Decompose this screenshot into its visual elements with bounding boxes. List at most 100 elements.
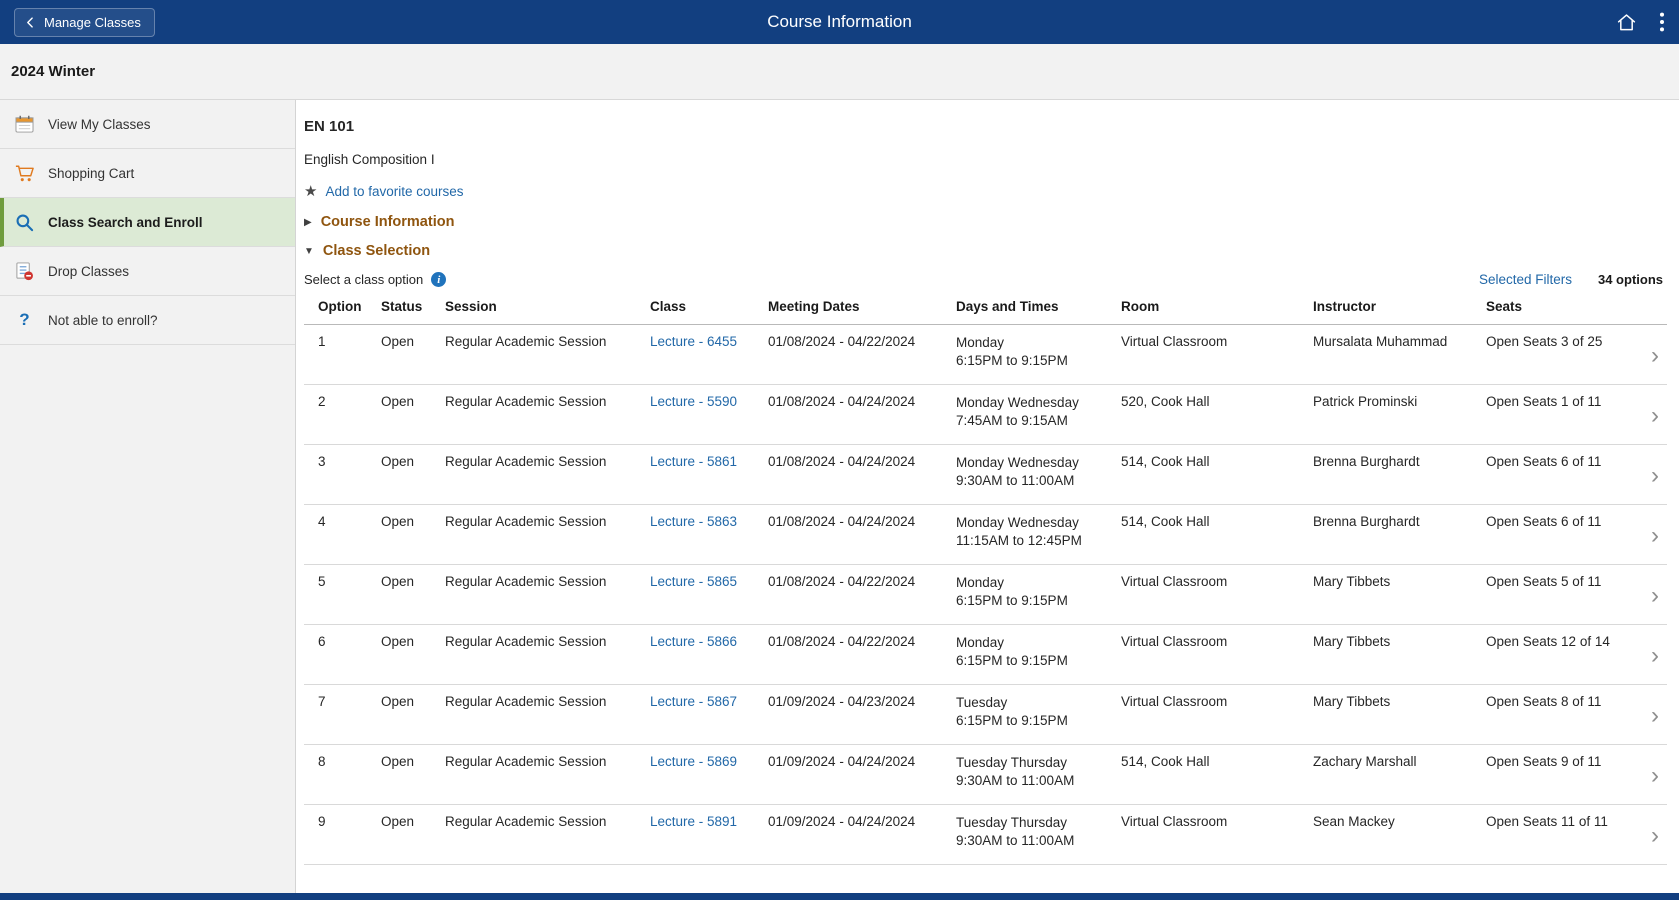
row-chevron-icon[interactable]: › [1651, 584, 1661, 608]
column-header-option: Option [318, 299, 381, 314]
app-header: Manage Classes Course Information [0, 0, 1679, 44]
instructor-cell: Brenna Burghardt [1313, 514, 1486, 529]
footer-bar [0, 893, 1679, 900]
instructor-cell: Mursalata Muhammad [1313, 334, 1486, 349]
session-cell: Regular Academic Session [445, 814, 650, 829]
class-link[interactable]: Lecture - 5866 [650, 634, 737, 649]
class-options-header: Option Status Session Class Meeting Date… [304, 295, 1667, 325]
table-row[interactable]: 9 Open Regular Academic Session Lecture … [304, 805, 1667, 865]
days-line: Monday [956, 334, 1111, 352]
meeting-dates-cell: 01/08/2024 - 04/22/2024 [768, 334, 956, 349]
session-cell: Regular Academic Session [445, 514, 650, 529]
instructor-cell: Mary Tibbets [1313, 694, 1486, 709]
class-link[interactable]: Lecture - 5863 [650, 514, 737, 529]
column-header-class: Class [650, 299, 768, 314]
drop-classes-icon [14, 262, 35, 281]
sidebar-item-drop-classes[interactable]: Drop Classes [0, 247, 295, 296]
status-cell: Open [381, 814, 445, 829]
row-chevron-icon[interactable]: › [1651, 524, 1661, 548]
table-row[interactable]: 3 Open Regular Academic Session Lecture … [304, 445, 1667, 505]
sidebar-item-label: View My Classes [48, 117, 151, 132]
times-line: 6:15PM to 9:15PM [956, 352, 1111, 370]
option-cell: 6 [318, 634, 381, 649]
table-row[interactable]: 1 Open Regular Academic Session Lecture … [304, 325, 1667, 385]
kebab-menu-icon [1659, 11, 1665, 33]
days-times-cell: Tuesday Thursday 9:30AM to 11:00AM [956, 754, 1121, 790]
row-chevron-icon[interactable]: › [1651, 464, 1661, 488]
row-chevron-icon[interactable]: › [1651, 644, 1661, 668]
times-line: 9:30AM to 11:00AM [956, 772, 1111, 790]
add-to-favorites[interactable]: ★ Add to favorite courses [304, 184, 1667, 199]
instructor-cell: Mary Tibbets [1313, 634, 1486, 649]
status-cell: Open [381, 694, 445, 709]
session-cell: Regular Academic Session [445, 454, 650, 469]
add-to-favorites-link[interactable]: Add to favorite courses [325, 184, 463, 199]
times-line: 9:30AM to 11:00AM [956, 832, 1111, 850]
days-line: Monday Wednesday [956, 454, 1111, 472]
session-cell: Regular Academic Session [445, 574, 650, 589]
days-times-cell: Monday 6:15PM to 9:15PM [956, 634, 1121, 670]
row-chevron-icon[interactable]: › [1651, 764, 1661, 788]
days-times-cell: Tuesday 6:15PM to 9:15PM [956, 694, 1121, 730]
seats-cell: Open Seats 6 of 11 [1486, 514, 1627, 529]
status-cell: Open [381, 754, 445, 769]
table-row[interactable]: 7 Open Regular Academic Session Lecture … [304, 685, 1667, 745]
row-chevron-icon[interactable]: › [1651, 344, 1661, 368]
more-actions-button[interactable] [1659, 11, 1665, 33]
sidebar-item-view-my-classes[interactable]: View My Classes [0, 100, 295, 149]
days-times-cell: Monday Wednesday 7:45AM to 9:15AM [956, 394, 1121, 430]
seats-cell: Open Seats 12 of 14 [1486, 634, 1627, 649]
room-cell: 514, Cook Hall [1121, 514, 1313, 529]
class-link[interactable]: Lecture - 5590 [650, 394, 737, 409]
days-times-cell: Tuesday Thursday 9:30AM to 11:00AM [956, 814, 1121, 850]
row-chevron-icon[interactable]: › [1651, 704, 1661, 728]
days-line: Tuesday Thursday [956, 814, 1111, 832]
class-link[interactable]: Lecture - 5867 [650, 694, 737, 709]
days-line: Monday [956, 634, 1111, 652]
table-row[interactable]: 5 Open Regular Academic Session Lecture … [304, 565, 1667, 625]
instructor-cell: Sean Mackey [1313, 814, 1486, 829]
table-row[interactable]: 2 Open Regular Academic Session Lecture … [304, 385, 1667, 445]
times-line: 6:15PM to 9:15PM [956, 592, 1111, 610]
session-cell: Regular Academic Session [445, 634, 650, 649]
column-header-instructor: Instructor [1313, 299, 1486, 314]
times-line: 9:30AM to 11:00AM [956, 472, 1111, 490]
instructor-cell: Mary Tibbets [1313, 574, 1486, 589]
table-row[interactable]: 4 Open Regular Academic Session Lecture … [304, 505, 1667, 565]
times-line: 6:15PM to 9:15PM [956, 712, 1111, 730]
select-class-option-label: Select a class option [304, 272, 423, 287]
sidebar-item-shopping-cart[interactable]: Shopping Cart [0, 149, 295, 198]
sidebar-item-class-search-and-enroll[interactable]: Class Search and Enroll [0, 198, 295, 247]
class-link[interactable]: Lecture - 5865 [650, 574, 737, 589]
sidebar-item-label: Not able to enroll? [48, 313, 158, 328]
room-cell: 514, Cook Hall [1121, 454, 1313, 469]
section-class-selection[interactable]: ▼ Class Selection [304, 243, 1667, 259]
main-content: EN 101 English Composition I ★ Add to fa… [296, 100, 1679, 893]
class-link[interactable]: Lecture - 5869 [650, 754, 737, 769]
room-cell: Virtual Classroom [1121, 634, 1313, 649]
options-count: 34 options [1598, 272, 1663, 287]
table-row[interactable]: 6 Open Regular Academic Session Lecture … [304, 625, 1667, 685]
seats-cell: Open Seats 3 of 25 [1486, 334, 1627, 349]
home-button[interactable] [1616, 12, 1637, 33]
row-chevron-icon[interactable]: › [1651, 824, 1661, 848]
column-header-status: Status [381, 299, 445, 314]
help-icon: ? [14, 310, 35, 330]
room-cell: Virtual Classroom [1121, 334, 1313, 349]
back-button[interactable]: Manage Classes [14, 8, 155, 37]
meeting-dates-cell: 01/08/2024 - 04/22/2024 [768, 634, 956, 649]
seats-cell: Open Seats 8 of 11 [1486, 694, 1627, 709]
info-icon[interactable]: i [431, 272, 446, 287]
class-link[interactable]: Lecture - 6455 [650, 334, 737, 349]
status-cell: Open [381, 634, 445, 649]
section-course-information[interactable]: ▶ Course Information [304, 214, 1667, 230]
room-cell: 514, Cook Hall [1121, 754, 1313, 769]
row-chevron-icon[interactable]: › [1651, 404, 1661, 428]
class-link[interactable]: Lecture - 5861 [650, 454, 737, 469]
class-link[interactable]: Lecture - 5891 [650, 814, 737, 829]
sidebar-item-not-able-to-enroll[interactable]: ? Not able to enroll? [0, 296, 295, 345]
selected-filters-link[interactable]: Selected Filters [1479, 272, 1572, 287]
table-row[interactable]: 8 Open Regular Academic Session Lecture … [304, 745, 1667, 805]
room-cell: 520, Cook Hall [1121, 394, 1313, 409]
section-class-selection-label: Class Selection [323, 243, 430, 259]
